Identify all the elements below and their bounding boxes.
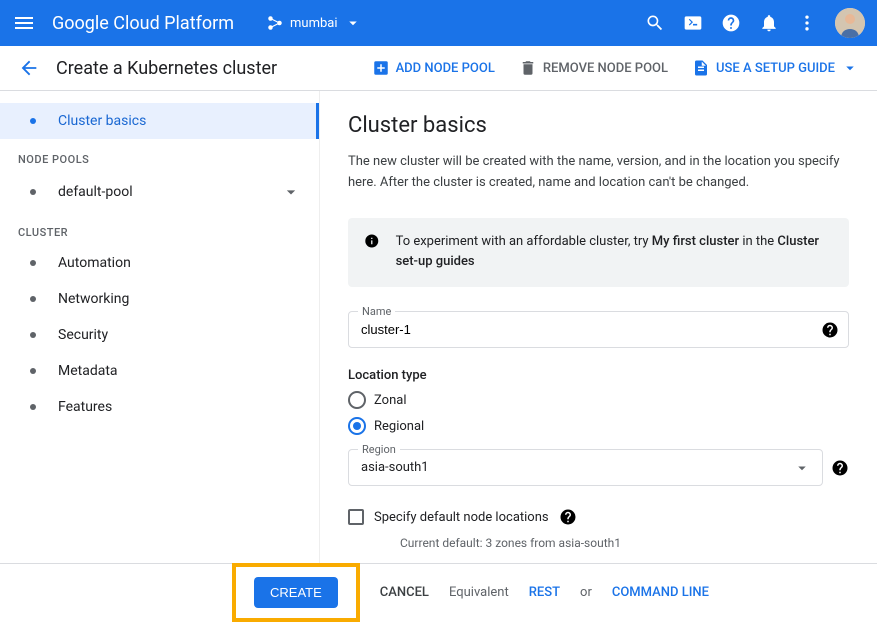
delete-icon <box>519 59 537 77</box>
region-select[interactable]: asia-south1 <box>348 449 823 486</box>
rest-link[interactable]: REST <box>529 585 560 600</box>
footer: CREATE CANCEL Equivalent REST or COMMAND… <box>0 563 877 621</box>
bullet-icon <box>30 296 36 302</box>
radio-regional[interactable]: Regional <box>348 417 849 435</box>
more-icon[interactable] <box>797 13 817 33</box>
create-highlight: CREATE <box>232 563 360 622</box>
search-icon[interactable] <box>645 13 665 33</box>
nav-metadata[interactable]: Metadata <box>0 353 319 389</box>
region-label: Region <box>358 443 400 456</box>
bullet-icon <box>30 189 36 195</box>
radio-icon <box>348 417 366 435</box>
dropdown-icon <box>841 59 859 77</box>
global-header: Google Cloud Platform mumbai <box>0 0 877 46</box>
bullet-icon <box>30 260 36 266</box>
name-label: Name <box>358 305 395 318</box>
or-label: or <box>580 585 592 600</box>
cloud-shell-icon[interactable] <box>683 13 703 33</box>
command-line-link[interactable]: COMMAND LINE <box>612 585 709 600</box>
add-node-pool-button[interactable]: ADD NODE POOL <box>372 59 495 77</box>
brand-title: Google Cloud Platform <box>52 13 234 34</box>
nav-networking[interactable]: Networking <box>0 281 319 317</box>
project-name: mumbai <box>290 16 338 31</box>
back-icon[interactable] <box>18 57 40 79</box>
dropdown-icon <box>793 459 811 477</box>
bullet-icon <box>30 404 36 410</box>
name-field: Name <box>348 311 849 348</box>
user-avatar[interactable] <box>835 8 865 38</box>
project-selector[interactable]: mumbai <box>258 10 370 36</box>
current-default-hint: Current default: 3 zones from asia-south… <box>400 536 849 550</box>
info-banner: To experiment with an affordable cluster… <box>348 218 849 288</box>
nav-features[interactable]: Features <box>0 389 319 425</box>
nav-cluster-basics[interactable]: Cluster basics <box>0 103 319 139</box>
radio-zonal[interactable]: Zonal <box>348 391 849 409</box>
help-icon[interactable] <box>821 321 839 339</box>
bullet-icon <box>30 332 36 338</box>
nav-automation[interactable]: Automation <box>0 245 319 281</box>
radio-icon <box>348 391 366 409</box>
project-icon <box>266 14 284 32</box>
page-header: Create a Kubernetes cluster ADD NODE POO… <box>0 46 877 91</box>
bullet-icon <box>30 118 36 124</box>
nav-section-node-pools: NODE POOLS <box>0 139 319 172</box>
equivalent-label: Equivalent <box>449 585 509 600</box>
name-input[interactable] <box>348 311 849 348</box>
cancel-button[interactable]: CANCEL <box>380 585 429 600</box>
header-actions <box>645 8 865 38</box>
main-content: Cluster basics The new cluster will be c… <box>320 91 877 563</box>
specify-default-checkbox[interactable]: Specify default node locations <box>348 508 849 526</box>
content-title: Cluster basics <box>348 113 849 138</box>
create-button[interactable]: CREATE <box>254 577 338 608</box>
document-icon <box>692 59 710 77</box>
location-type-label: Location type <box>348 368 849 383</box>
chevron-down-icon <box>281 182 301 202</box>
notifications-icon[interactable] <box>759 13 779 33</box>
bullet-icon <box>30 368 36 374</box>
menu-icon[interactable] <box>12 11 36 35</box>
help-icon[interactable] <box>721 13 741 33</box>
content-description: The new cluster will be created with the… <box>348 152 849 194</box>
use-setup-guide-button[interactable]: USE A SETUP GUIDE <box>692 59 859 77</box>
nav-security[interactable]: Security <box>0 317 319 353</box>
help-icon[interactable] <box>559 508 577 526</box>
sidebar: Cluster basics NODE POOLS default-pool C… <box>0 91 320 563</box>
remove-node-pool-button[interactable]: REMOVE NODE POOL <box>519 59 668 77</box>
add-box-icon <box>372 59 390 77</box>
page-title: Create a Kubernetes cluster <box>56 58 372 79</box>
nav-default-pool[interactable]: default-pool <box>0 172 319 212</box>
help-icon[interactable] <box>831 459 849 477</box>
checkbox-icon <box>348 509 364 525</box>
dropdown-icon <box>344 14 362 32</box>
info-icon <box>364 232 380 250</box>
nav-section-cluster: CLUSTER <box>0 212 319 245</box>
